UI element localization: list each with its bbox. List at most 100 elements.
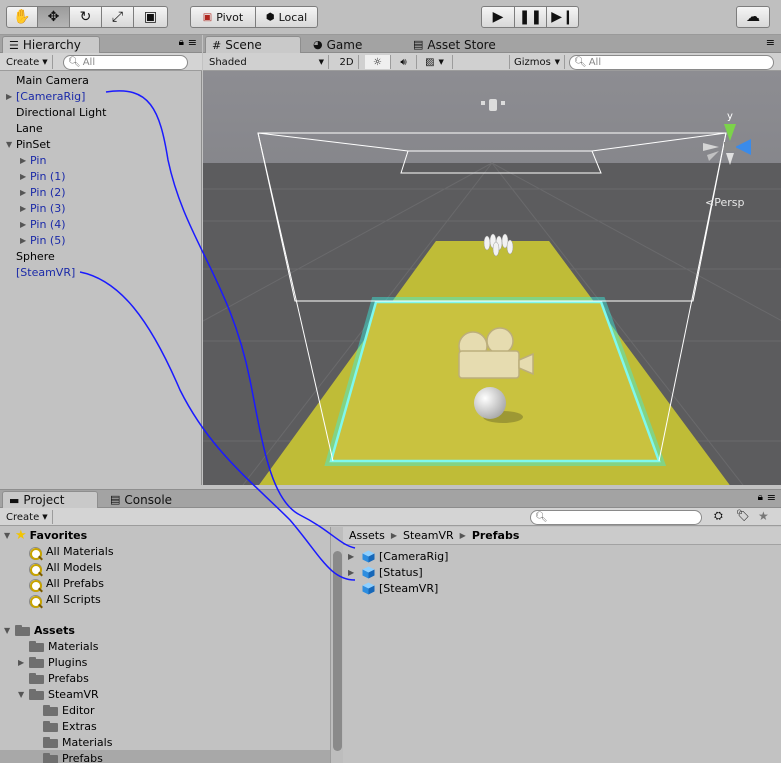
tab-asset-store[interactable]: ▤ Asset Store	[407, 36, 517, 53]
breadcrumb-item[interactable]: Prefabs	[472, 529, 520, 542]
tab-hierarchy[interactable]: ☰ Hierarchy	[2, 36, 100, 53]
hierarchy-item-pin-1[interactable]: ▶ Pin (1)	[20, 168, 66, 184]
folder-item[interactable]: Materials	[29, 638, 98, 654]
expand-arrow-icon[interactable]: ▶	[348, 568, 354, 577]
projection-label[interactable]: <Persp	[705, 196, 744, 209]
prefab-item[interactable]: ▶ [CameraRig]	[348, 548, 448, 564]
pacman-icon: ◕	[313, 38, 323, 51]
hierarchy-item-pinset[interactable]: ▼ PinSet	[6, 136, 50, 152]
hierarchy-item-pin[interactable]: ▶ Pin	[20, 152, 47, 168]
assets-label: Assets	[34, 623, 75, 637]
assets-header[interactable]: ▼ Assets	[4, 622, 75, 638]
hierarchy-search-placeholder: All	[82, 57, 96, 68]
expand-arrow-icon[interactable]: ▶	[348, 552, 354, 561]
favorite-item[interactable]: All Scripts	[29, 591, 101, 608]
audio-toggle[interactable]: 🔊︎	[391, 55, 417, 69]
project-create-button[interactable]: Create ▼	[2, 510, 53, 524]
cloud-button[interactable]: ☁	[736, 6, 770, 28]
dropdown-arrow-icon: ▼	[42, 58, 48, 66]
expand-arrow-icon[interactable]: ▶	[20, 156, 26, 165]
rect-tool-button[interactable]: ▣	[134, 6, 168, 28]
tab-scene[interactable]: # Scene	[205, 36, 301, 53]
collapse-arrow-icon[interactable]: ▼	[4, 626, 10, 635]
folder-item-selected[interactable]: Prefabs	[0, 750, 330, 763]
collapse-arrow-icon[interactable]: ▼	[4, 531, 10, 540]
hierarchy-item-lane[interactable]: Lane	[16, 120, 43, 136]
hierarchy-create-button[interactable]: Create ▼	[2, 55, 53, 69]
gizmos-dropdown[interactable]: Gizmos ▼	[509, 55, 565, 69]
step-button[interactable]: ▶❙	[547, 6, 579, 28]
hierarchy-item-main-camera[interactable]: Main Camera	[16, 72, 89, 88]
folder-item[interactable]: ▶ Plugins	[18, 654, 88, 670]
hierarchy-item-sphere[interactable]: Sphere	[16, 248, 55, 264]
project-search-input[interactable]: 🔍︎	[530, 510, 702, 525]
2d-toggle[interactable]: 2D	[335, 55, 359, 69]
favorite-item-label: All Models	[46, 560, 102, 574]
prefab-item[interactable]: [SteamVR]	[362, 580, 438, 596]
folder-item[interactable]: Extras	[43, 718, 97, 734]
panel-menu-icon[interactable]: ≡	[767, 491, 776, 504]
hierarchy-search-input[interactable]: 🔍︎ All	[63, 55, 188, 70]
scene-viewport[interactable]: y <Persp	[203, 71, 781, 485]
hierarchy-item-pin-4[interactable]: ▶ Pin (4)	[20, 216, 66, 232]
orientation-gizmo[interactable]: y	[699, 109, 759, 175]
expand-arrow-icon[interactable]: ▶	[18, 658, 24, 667]
hierarchy-item-pin-2[interactable]: ▶ Pin (2)	[20, 184, 66, 200]
breadcrumb-item[interactable]: Assets	[349, 529, 385, 542]
pause-button[interactable]: ❚❚	[515, 6, 547, 28]
hierarchy-item-label: Pin	[30, 153, 47, 167]
lighting-toggle[interactable]: ☼	[365, 55, 391, 69]
chevron-right-icon: ▶	[459, 531, 466, 540]
lock-icon[interactable]: 🔒︎	[758, 492, 763, 503]
hierarchy-item-camerarig[interactable]: ▶ [CameraRig]	[6, 88, 85, 104]
expand-arrow-icon[interactable]: ▶	[20, 236, 26, 245]
expand-arrow-icon[interactable]: ▶	[20, 220, 26, 229]
prefab-cube-icon	[362, 566, 375, 578]
hierarchy-item-pin-3[interactable]: ▶ Pin (3)	[20, 200, 66, 216]
expand-arrow-icon[interactable]: ▶	[20, 172, 26, 181]
tab-console[interactable]: ▤ Console	[104, 491, 194, 508]
tree-scrollbar[interactable]	[330, 527, 343, 763]
search-icon: 🔍︎	[574, 57, 587, 68]
scene-panel: # Scene ◕ Game ▤ Asset Store ≡ Shaded ▼ …	[203, 35, 781, 485]
local-toggle[interactable]: ⬢ Local	[256, 6, 318, 28]
panel-menu-icon[interactable]: ≡	[188, 36, 197, 49]
filter-by-label-icon[interactable]: 🏷︎	[736, 509, 750, 522]
prefab-item[interactable]: ▶ [Status]	[348, 564, 423, 580]
folder-item[interactable]: Editor	[43, 702, 95, 718]
folder-item[interactable]: Materials	[43, 734, 112, 750]
expand-arrow-icon[interactable]: ▶	[20, 204, 26, 213]
expand-arrow-icon[interactable]: ▶	[20, 188, 26, 197]
folder-label: Plugins	[48, 655, 88, 669]
favorites-header[interactable]: ▼ ★ Favorites	[4, 527, 87, 543]
favorite-item[interactable]: All Models	[29, 559, 102, 576]
rotate-tool-button[interactable]: ↻	[70, 6, 102, 28]
favorite-item[interactable]: All Prefabs	[29, 575, 104, 592]
hierarchy-item-directional-light[interactable]: Directional Light	[16, 104, 106, 120]
hand-tool-button[interactable]: ✋	[6, 6, 38, 28]
collapse-arrow-icon[interactable]: ▼	[6, 140, 12, 149]
tab-game[interactable]: ◕ Game	[307, 36, 397, 53]
scene-search-input[interactable]: 🔍︎ All	[569, 55, 774, 70]
collapse-arrow-icon[interactable]: ▼	[18, 690, 24, 699]
lock-icon[interactable]: 🔒︎	[179, 37, 184, 48]
move-tool-button[interactable]: ✥	[38, 6, 70, 28]
breadcrumb-item[interactable]: SteamVR	[403, 529, 454, 542]
scale-tool-button[interactable]: ⤢	[102, 6, 134, 28]
hierarchy-item-pin-5[interactable]: ▶ Pin (5)	[20, 232, 66, 248]
folder-item[interactable]: ▼ SteamVR	[18, 686, 99, 702]
filter-by-type-icon[interactable]: ⛭	[714, 509, 723, 523]
hierarchy-item-steamvr[interactable]: [SteamVR]	[16, 264, 75, 280]
panel-menu-icon[interactable]: ≡	[766, 36, 775, 49]
expand-arrow-icon[interactable]: ▶	[6, 92, 12, 101]
favorite-star-icon[interactable]: ★	[758, 509, 769, 523]
play-button[interactable]: ▶	[481, 6, 515, 28]
tree-scrollbar-thumb[interactable]	[333, 551, 342, 751]
pivot-toggle[interactable]: ▣ Pivot	[190, 6, 256, 28]
effects-dropdown[interactable]: ▨ ▼	[417, 55, 453, 69]
shading-mode-dropdown[interactable]: Shaded ▼	[205, 55, 329, 69]
folder-icon	[43, 704, 58, 716]
favorite-item[interactable]: All Materials	[29, 543, 114, 560]
folder-item[interactable]: Prefabs	[29, 670, 89, 686]
tab-project[interactable]: ▬ Project	[2, 491, 98, 508]
